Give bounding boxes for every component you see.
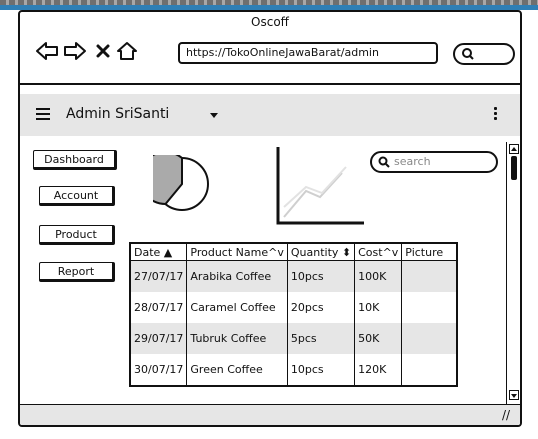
search-input[interactable]: search [370,151,498,173]
divider [20,83,520,85]
home-icon[interactable] [114,38,140,64]
close-icon[interactable] [90,38,116,64]
table-row[interactable]: 27/07/17 Arabika Coffee 10pcs 100K [130,260,458,292]
column-header-product-name[interactable]: Product Name^v [186,243,288,261]
cell-picture [401,260,458,292]
sidebar-item-dashboard[interactable]: Dashboard [33,150,117,170]
table-row[interactable]: 30/07/17 Green Coffee 10pcs 120K [130,354,458,386]
app-header: Admin SriSanti [20,94,520,136]
cell-cost: 120K [354,354,402,386]
line-chart-icon [276,147,364,225]
scroll-down-icon[interactable] [509,390,519,400]
table-row[interactable]: 28/07/17 Caramel Coffee 20pcs 10K [130,292,458,323]
cell-product-name: Green Coffee [186,354,288,386]
browser-search-input[interactable] [453,43,515,65]
table-row[interactable]: 29/07/17 Tubruk Coffee 5pcs 50K [130,323,458,354]
cell-picture [401,323,458,354]
hamburger-menu-icon[interactable] [36,108,50,120]
cell-product-name: Tubruk Coffee [186,323,288,354]
cell-picture [401,354,458,386]
app-title[interactable]: Admin SriSanti [66,106,169,122]
resize-grip-icon[interactable]: // [502,408,510,422]
browser-window: Oscoff https://TokoOnlineJawaBarat/admin… [18,10,522,427]
cell-cost: 100K [354,260,402,292]
cell-date: 27/07/17 [130,260,187,292]
column-header-cost[interactable]: Cost^v [354,243,402,261]
cell-quantity: 20pcs [286,292,355,323]
cell-cost: 10K [354,292,402,323]
scroll-up-icon[interactable] [509,144,519,154]
status-bar: // [20,404,520,425]
vertical-scrollbar[interactable] [506,142,520,404]
column-header-picture[interactable]: Picture [401,243,458,261]
cell-product-name: Caramel Coffee [186,292,288,323]
cell-quantity: 10pcs [286,354,355,386]
scroll-thumb[interactable] [511,156,517,180]
cell-date: 28/07/17 [130,292,187,323]
pie-chart-icon [153,155,209,211]
cell-date: 29/07/17 [130,323,187,354]
sidebar-item-product[interactable]: Product [39,225,115,245]
search-icon [378,156,390,168]
chevron-down-icon[interactable] [210,113,218,118]
forward-arrow-icon[interactable] [62,38,88,64]
cell-date: 30/07/17 [130,354,187,386]
products-table: Date ▲ Product Name^v Quantity ⬍ Cost^v … [129,242,459,387]
sidebar-item-report[interactable]: Report [39,262,115,282]
cell-picture [401,292,458,323]
column-header-quantity[interactable]: Quantity ⬍ [286,243,355,261]
url-input[interactable]: https://TokoOnlineJawaBarat/admin [178,42,438,64]
search-placeholder: search [394,155,431,168]
window-title: Oscoff [251,15,289,29]
column-header-date[interactable]: Date ▲ [130,243,187,261]
cell-quantity: 5pcs [286,323,355,354]
table-header-row: Date ▲ Product Name^v Quantity ⬍ Cost^v … [130,243,458,261]
kebab-menu-icon[interactable] [494,107,498,122]
back-arrow-icon[interactable] [34,38,60,64]
cell-cost: 50K [354,323,402,354]
search-icon [462,48,474,60]
sidebar-item-account[interactable]: Account [39,186,115,206]
cell-quantity: 10pcs [286,260,355,292]
cell-product-name: Arabika Coffee [186,260,288,292]
